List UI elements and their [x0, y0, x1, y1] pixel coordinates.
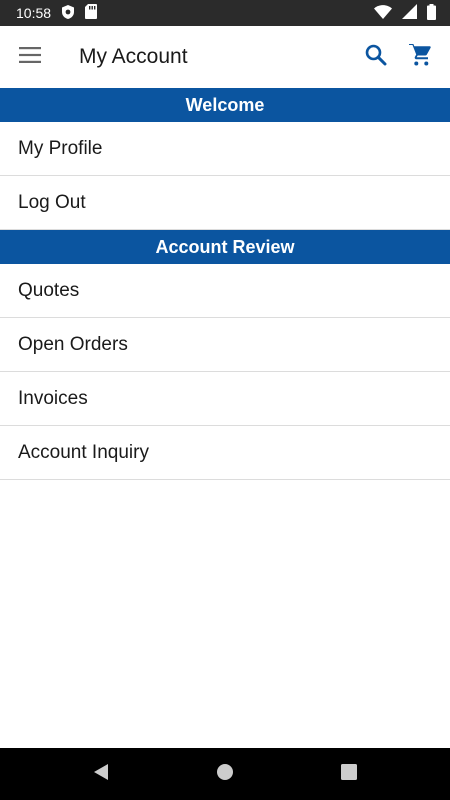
- back-button[interactable]: [71, 748, 131, 800]
- recents-button[interactable]: [319, 748, 379, 800]
- sd-card-icon: [85, 4, 98, 22]
- list-item-account-inquiry[interactable]: Account Inquiry: [0, 426, 450, 480]
- menu-icon: [19, 46, 41, 68]
- search-icon: [365, 44, 387, 71]
- home-icon: [217, 763, 233, 785]
- list-item-invoices[interactable]: Invoices: [0, 372, 450, 426]
- page-title: My Account: [79, 45, 188, 68]
- list-item-my-profile[interactable]: My Profile: [0, 122, 450, 176]
- wifi-icon: [374, 4, 392, 22]
- recents-icon: [341, 763, 357, 785]
- home-button[interactable]: [195, 748, 255, 800]
- status-right: [374, 3, 436, 23]
- back-icon: [93, 763, 109, 786]
- status-time: 10:58: [16, 5, 52, 21]
- menu-button[interactable]: [0, 26, 60, 88]
- section-header-welcome: Welcome: [0, 88, 450, 122]
- navigation-bar: [0, 748, 450, 800]
- list-item-quotes[interactable]: Quotes: [0, 264, 450, 318]
- battery-icon: [427, 3, 436, 23]
- shield-icon: [61, 4, 75, 23]
- account-menu: Welcome My Profile Log Out Account Revie…: [0, 88, 450, 480]
- signal-icon: [402, 4, 417, 22]
- section-header-account-review: Account Review: [0, 230, 450, 264]
- search-button[interactable]: [354, 35, 398, 79]
- status-bar: 10:58: [0, 0, 450, 26]
- list-item-log-out[interactable]: Log Out: [0, 176, 450, 230]
- cart-icon: [408, 43, 432, 72]
- app-bar: My Account: [0, 26, 450, 88]
- app-actions: [354, 35, 442, 79]
- list-item-open-orders[interactable]: Open Orders: [0, 318, 450, 372]
- cart-button[interactable]: [398, 35, 442, 79]
- status-left: 10:58: [16, 4, 98, 23]
